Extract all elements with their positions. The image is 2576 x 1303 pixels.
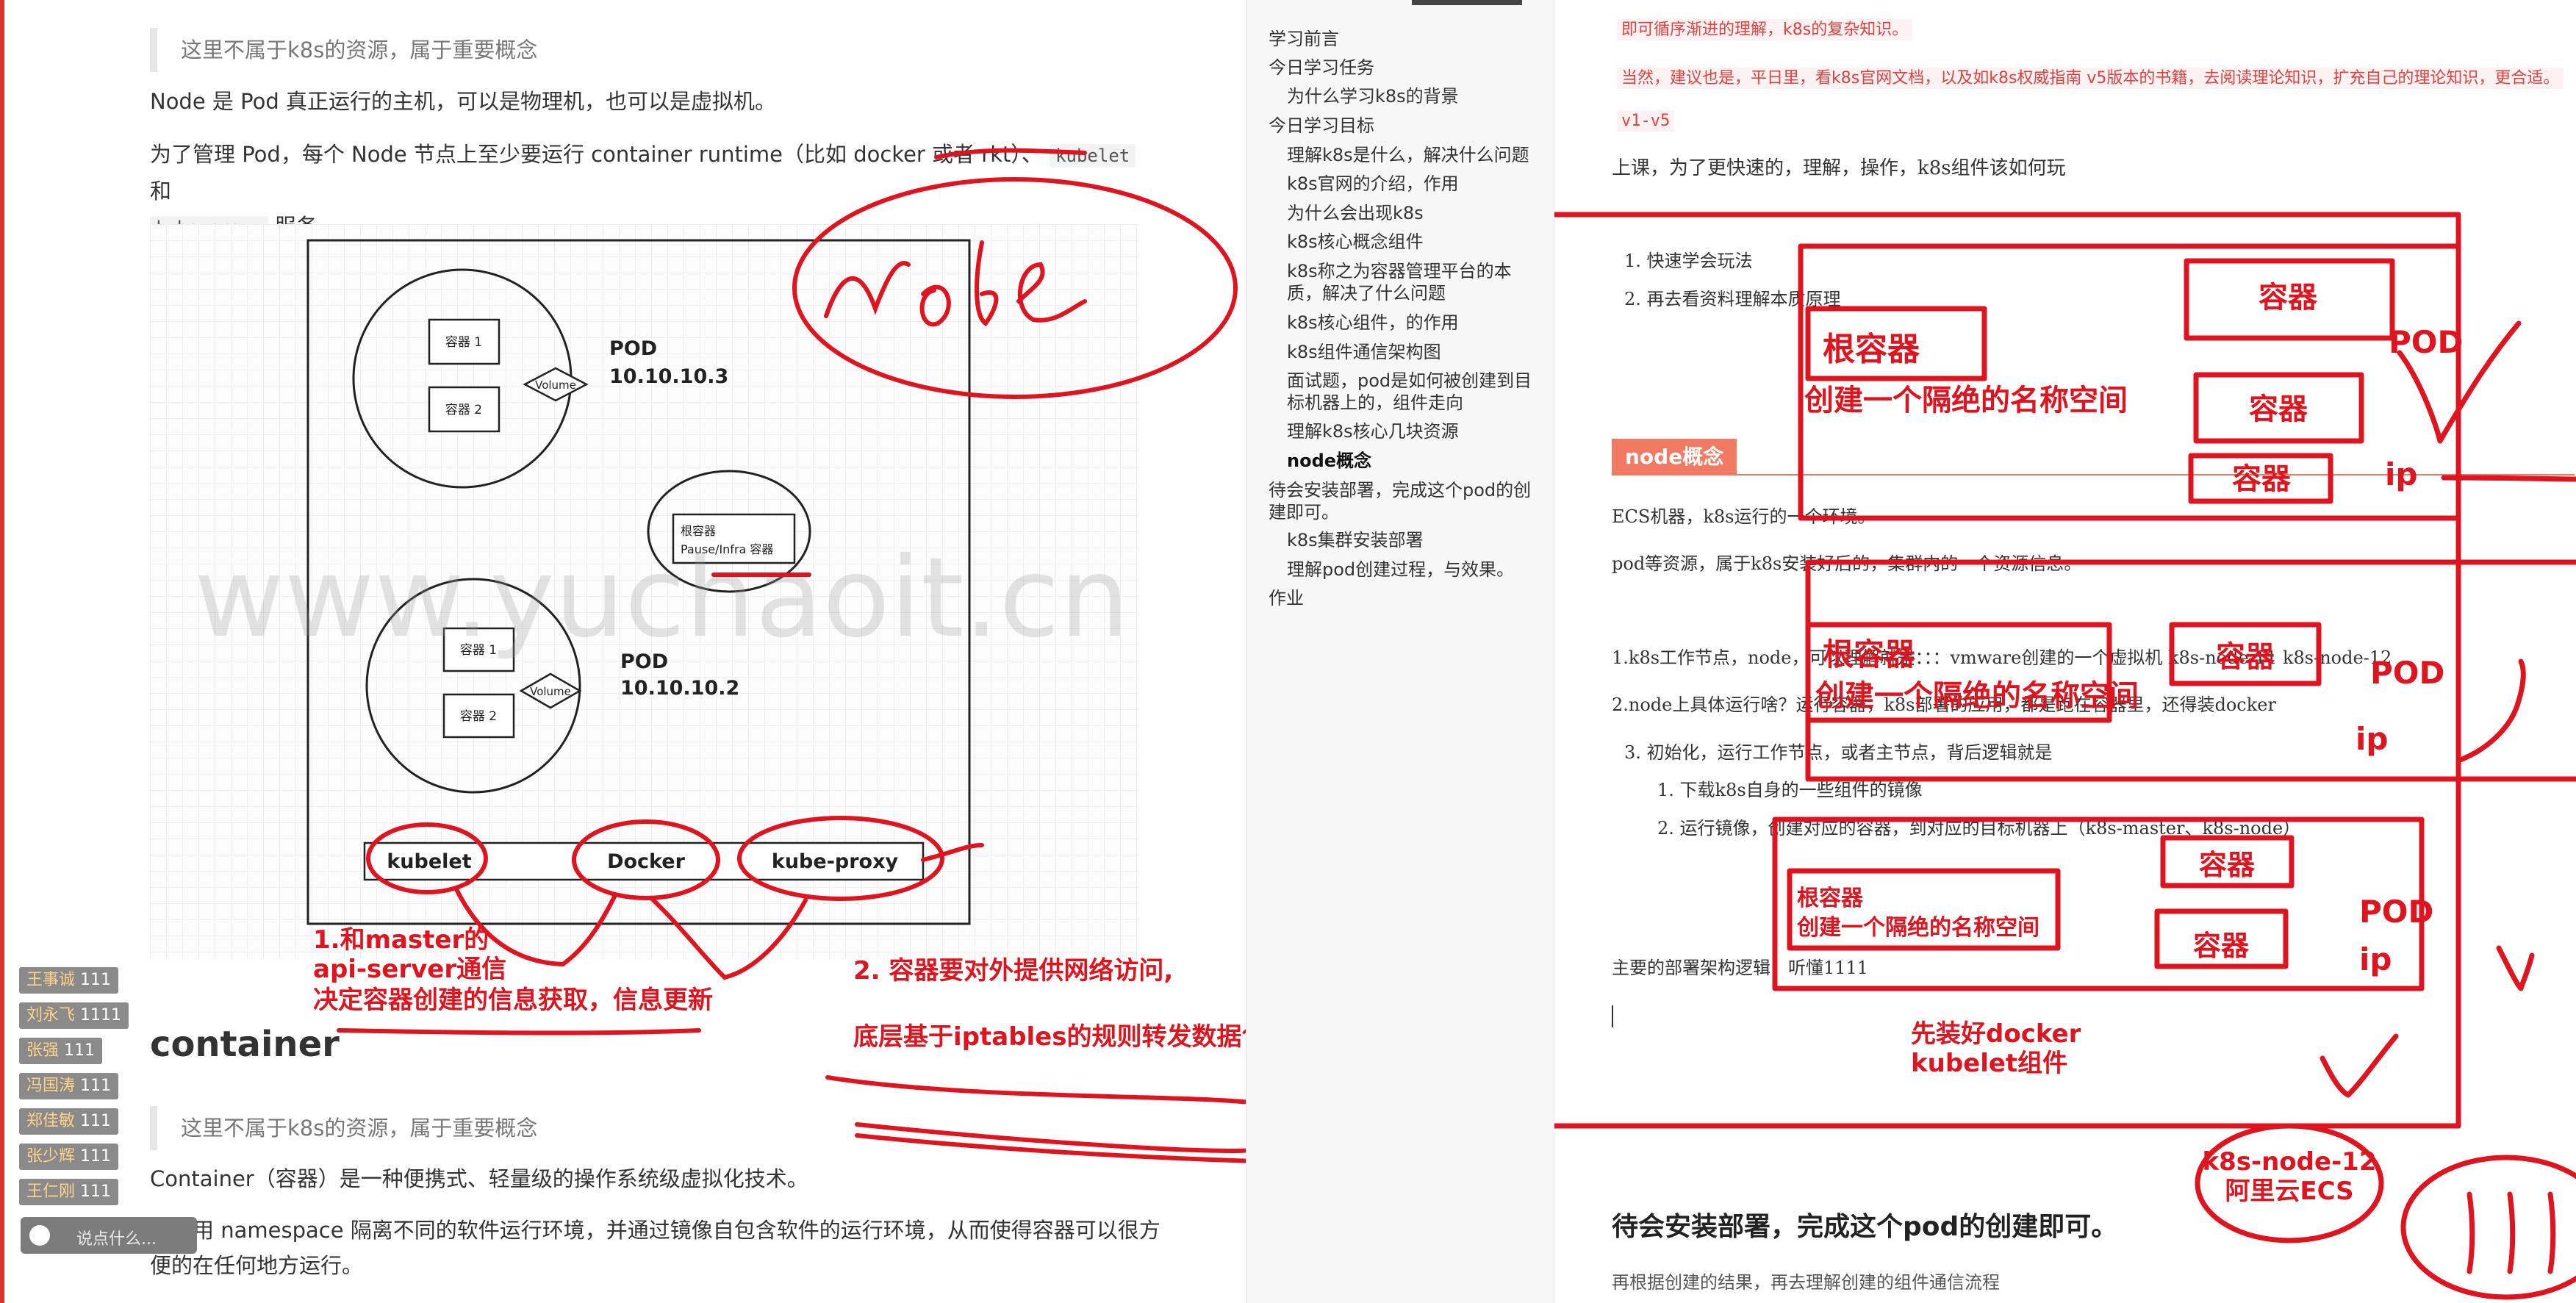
danmaku-user: 郑佳敏 [26,1112,76,1130]
left-annotation-layer: 1.和master的 api-server通信 决定容器创建的信息获取，信息更新… [313,148,1246,1163]
toc-item[interactable]: 待会安装部署，完成这个pod的创建即可。 [1269,479,1533,523]
ann-container-3b: 容器 [2193,930,2250,962]
ann-ecs-2: 阿里云ECS [2225,1177,2353,1206]
danmaku-user: 刘永飞 [26,1006,76,1024]
document-panel: 这里不属于k8s的资源，属于重要概念 Node 是 Pod 真正运行的主机，可以… [0,0,1246,1303]
line-1 [2441,475,2576,482]
danmaku-user: 张少辉 [26,1147,76,1166]
docker-circle [572,819,720,900]
a2-line2: 底层基于iptables的规则转发数据包，修改数据包 [853,1022,1246,1052]
danmaku-item: 张少辉 111 [19,1144,119,1170]
ann-container-1b: 容器 [2249,392,2308,426]
ann-ns-2: 创建一个隔绝的名称空间 [1815,679,2139,713]
danmaku-msg: 111 [80,971,112,989]
danmaku-item: 冯国涛 111 [19,1073,119,1099]
chat-placeholder: 说点什么... [76,1230,157,1249]
ann-ns-1: 创建一个隔绝的名称空间 [1804,384,2128,417]
underline-a2b [855,1122,1246,1153]
a2-line1: 2. 容器要对外提供网络访问, [853,956,1173,986]
a1-line3: 决定容器创建的信息获取，信息更新 [313,986,713,1015]
right-annotation-layer: 容器 容器 容器 根容器 创建一个隔绝的名称空间 POD ip 容器 根容器 创… [1554,212,2576,1300]
ann-install-1: 先装好docker [1911,1019,2081,1049]
arrow-docker [649,896,808,980]
toc-item-active[interactable]: node概念 [1287,450,1371,472]
danmaku-msg: 111 [80,1182,112,1201]
ann-ip-3: ip [2359,941,2392,977]
ann-pod-1: POD [2389,324,2463,360]
underline-a1 [337,1028,701,1035]
ann-root-1: 根容器 [1823,331,1920,368]
toc-item[interactable]: 理解k8s是什么，解决什么问题 [1287,144,1529,166]
danmaku-msg: 111 [80,1077,112,1095]
toc-item[interactable]: k8s集群安装部署 [1287,529,1424,551]
ann-pod-3: POD [2359,894,2433,930]
ones-circle [2400,1155,2576,1300]
ann-root-3: 根容器 [1797,886,1864,911]
danmaku-item: 郑佳敏 111 [19,1108,119,1135]
check-2 [2455,658,2526,764]
ann-pod-2: POD [2370,655,2444,691]
danmaku-msg: 111 [64,1041,96,1060]
toc-item[interactable]: k8s核心概念组件 [1287,231,1424,253]
tail-kubeproxy [921,843,984,862]
danmaku-msg: 111 [80,1147,112,1166]
toc-item[interactable]: k8s称之为容器管理平台的本质，解决了什么问题 [1287,260,1537,304]
kubelet-circle [366,822,488,894]
toc-item[interactable]: 理解pod创建过程，与效果。 [1287,559,1514,581]
ann-ip-1: ip [2385,456,2417,492]
a1-line2: api-server通信 [313,955,506,984]
toc-item[interactable]: 作业 [1269,587,1304,609]
danmaku-user: 王仁刚 [26,1182,76,1201]
toc-item[interactable]: 学习前言 [1269,28,1339,50]
ones-strokes [2466,1191,2556,1274]
toc-item[interactable]: 为什么学习k8s的背景 [1287,85,1459,107]
pod-box-3 [1772,816,2425,991]
ann-container-3a: 容器 [2199,849,2256,881]
rkt-strike [934,148,1087,159]
toc-item[interactable]: k8s组件通信架构图 [1287,341,1441,363]
emoji-icon[interactable] [29,1225,50,1246]
toc-item[interactable]: 为什么会出现k8s [1287,202,1424,224]
ann-install-2: kubelet组件 [1911,1049,2067,1078]
danmaku-item: 张强 111 [19,1038,103,1064]
danmaku-user: 冯国涛 [26,1077,76,1095]
underline-a2a [825,1075,1246,1105]
toc-item[interactable]: 理解k8s核心几块资源 [1287,420,1459,442]
toc-item[interactable]: 今日学习目标 [1269,115,1374,137]
danmaku-item: 王仁刚 111 [19,1179,119,1205]
editor-panel[interactable]: 即可循序渐进的理解，k8s的复杂知识。 当然，建议也是，平日里，看k8s官网文档… [1554,0,2576,1303]
ann-ip-2: ip [2356,721,2388,757]
ann-ecs-1: k8s-node-12 [2202,1147,2376,1177]
toc-item[interactable]: 今日学习任务 [1269,57,1374,79]
danmaku-user: 王事诚 [26,971,76,989]
ann-container-2: 容器 [2216,640,2275,674]
danmaku-msg: 111 [80,1112,112,1130]
node-scribble [824,240,1087,327]
toc-item[interactable]: 面试题，pod是如何被创建到目标机器上的，组件走向 [1287,370,1537,414]
ann-container-1c: 容器 [2232,462,2292,496]
node-circle-stroke [792,177,1238,399]
toc-item[interactable]: k8s核心组件，的作用 [1287,312,1459,334]
a1-line1: 1.和master的 [313,925,489,955]
toc-sidebar: 学习前言 今日学习任务 为什么学习k8s的背景 今日学习目标 理解k8s是什么，… [1246,0,1554,1303]
chat-input-box[interactable]: 说点什么... [21,1217,197,1254]
danmaku-user: 张强 [26,1041,60,1060]
toc-item[interactable]: k8s官网的介绍，作用 [1287,173,1459,195]
danmaku-item: 王事诚 111 [19,967,119,994]
ann-ns-3: 创建一个隔绝的名称空间 [1796,915,2039,941]
ann-root-2: 根容器 [1823,636,1916,672]
danmaku-msg: 1111 [80,1006,122,1024]
ann-container-1a: 容器 [2259,281,2318,315]
check-4 [2320,1033,2399,1098]
kube-proxy-circle [737,816,944,901]
danmaku-item: 刘永飞 1111 [19,1002,129,1029]
toc-scroll-indicator [1412,0,1522,5]
check-3 [2496,945,2535,991]
